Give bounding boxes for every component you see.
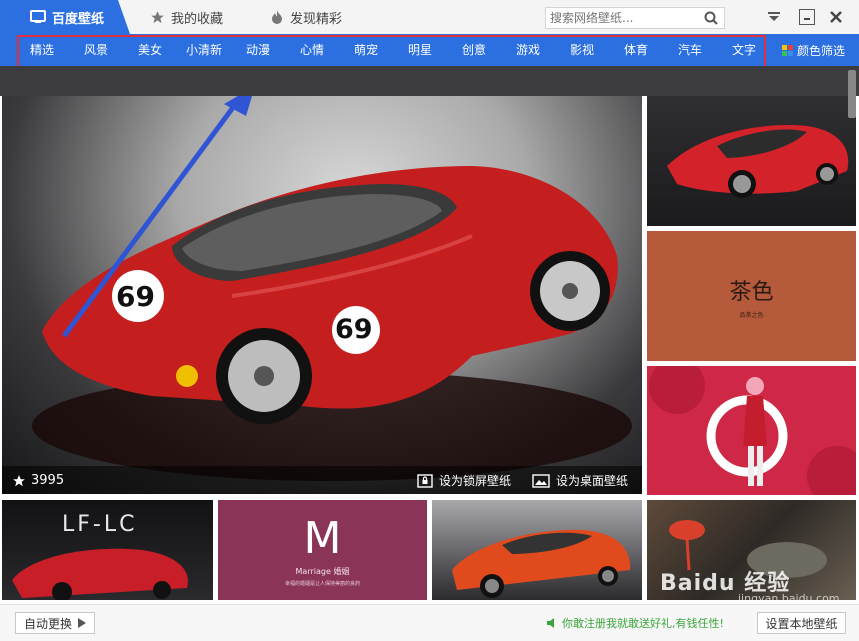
set-local-label: 设置本地壁纸 — [765, 616, 838, 631]
promo-link[interactable]: 你敢注册我就敢送好礼,有钱任性! — [546, 615, 724, 631]
lock-icon — [417, 473, 433, 488]
set-desktop-label: 设为桌面壁纸 — [556, 474, 629, 488]
auto-change-button[interactable]: 自动更换 — [15, 612, 96, 634]
color-filter-label: 颜色筛选 — [797, 43, 846, 58]
tab-my-favorites[interactable]: 我的收藏 — [150, 0, 223, 34]
lexus-car-image — [12, 548, 188, 600]
search-icon[interactable] — [704, 11, 718, 25]
color-grid-icon — [782, 44, 793, 56]
star-icon — [13, 474, 25, 486]
set-lockscreen-button[interactable]: 设为锁屏壁纸 — [417, 472, 511, 489]
minimize-button[interactable] — [799, 9, 815, 25]
flame-icon — [272, 10, 282, 24]
tab-label: 发现精彩 — [290, 11, 343, 27]
thumbnail-title: 茶色 — [729, 279, 774, 305]
tab-label: 百度壁纸 — [52, 11, 105, 27]
menu-dropdown-button[interactable] — [766, 9, 782, 25]
color-filter-button[interactable]: 颜色筛选 — [782, 34, 845, 66]
wallpaper-thumbnail[interactable]: M Marriage 婚姻 幸福的婚姻是让人保持美丽的良药 — [218, 500, 427, 600]
thumbnail-caption: 幸福的婚姻是让人保持美丽的良药 — [284, 581, 360, 587]
search-box — [545, 7, 725, 29]
promo-text: 你敢注册我就敢送好礼,有钱任性! — [562, 617, 724, 630]
menu-icon — [768, 12, 780, 21]
star-icon — [151, 10, 164, 23]
close-icon — [830, 11, 842, 23]
category-highlight-box — [17, 35, 766, 69]
scrollbar-thumb[interactable] — [848, 70, 856, 118]
footer-bar: 自动更换 你敢注册我就敢送好礼,有钱任性! 设置本地壁纸 — [0, 604, 859, 641]
play-icon — [78, 618, 87, 628]
search-input[interactable] — [546, 8, 696, 28]
likes-count[interactable]: 3995 — [12, 473, 64, 488]
orange-bmw-image — [452, 529, 631, 598]
set-lockscreen-label: 设为锁屏壁纸 — [439, 474, 512, 488]
thumbnail-title: Marriage 婚姻 — [295, 567, 350, 576]
red-supercar-image — [667, 125, 849, 198]
wallpaper-thumbnail[interactable]: 茶色 品茶之色 — [647, 231, 856, 361]
red-sports-car-image — [32, 96, 632, 481]
tab-discover[interactable]: 发现精彩 — [270, 0, 342, 34]
thumbnail-caption: 品茶之色 — [739, 311, 764, 319]
race-number: 69 — [335, 314, 373, 345]
tab-label: 我的收藏 — [171, 11, 224, 27]
minimize-icon — [804, 18, 810, 20]
image-icon — [532, 473, 550, 488]
speaker-icon — [547, 618, 554, 628]
thumbnail-letter: M — [303, 513, 342, 564]
content-header-strip — [0, 66, 859, 96]
wallpaper-thumbnail[interactable] — [647, 96, 856, 226]
wallpaper-thumbnail[interactable]: LF-LC — [2, 500, 213, 600]
auto-change-label: 自动更换 — [24, 616, 73, 631]
close-button[interactable] — [828, 9, 844, 25]
race-number: 69 — [116, 280, 155, 313]
tab-baidu-wallpaper[interactable]: 百度壁纸 — [0, 0, 130, 34]
title-bar: 百度壁纸 我的收藏 发现精彩 — [0, 0, 859, 34]
wallpaper-icon — [30, 10, 46, 23]
wallpaper-thumbnail[interactable] — [432, 500, 642, 600]
featured-wallpaper[interactable]: 69 69 3995 设为锁屏壁纸 设为桌面壁纸 — [2, 96, 642, 494]
likes-value: 3995 — [31, 473, 65, 488]
wallpaper-thumbnail[interactable] — [647, 366, 856, 495]
set-local-wallpaper-button[interactable]: 设置本地壁纸 — [757, 612, 846, 634]
anime-character-image — [649, 366, 856, 495]
set-desktop-button[interactable]: 设为桌面壁纸 — [532, 472, 628, 489]
